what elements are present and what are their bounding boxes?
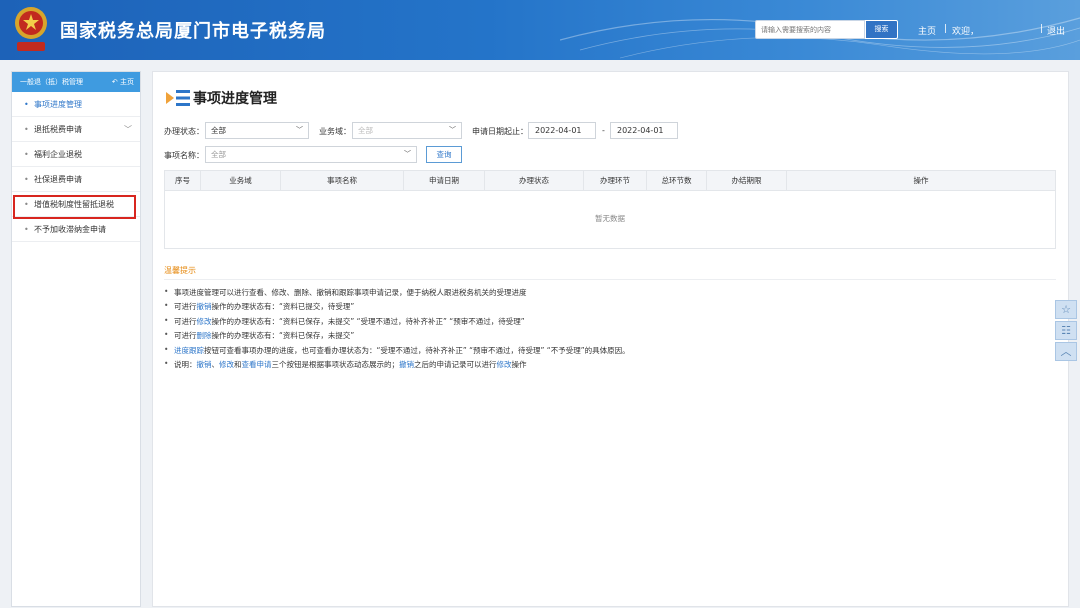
date-range-label: 申请日期起止：: [472, 127, 528, 136]
status-select[interactable]: 全部 ﹀: [205, 122, 309, 139]
domain-select[interactable]: 全部 ﹀: [352, 122, 462, 139]
tip-text: 说明：: [174, 360, 197, 369]
tip-text: 操作的办理状态有：“资料已提交，待受理”: [211, 302, 355, 311]
column-header: 申请日期: [404, 171, 485, 191]
chevron-up-icon[interactable]: ︿: [1055, 342, 1077, 361]
column-header: 序号: [165, 171, 201, 191]
highlight-annotation-box: [13, 195, 136, 219]
results-table: 序号 业务域 事项名称 申请日期 办理状态 办理环节 总环节数 办结期限 操作 …: [164, 170, 1056, 249]
search-button[interactable]: 搜索: [865, 20, 898, 39]
tip-text: 、: [211, 360, 220, 369]
date-from-input[interactable]: 2022-04-01: [528, 122, 596, 139]
tip-keyword-modify: 修改: [196, 317, 212, 326]
main-panel: 事项进度管理 办理状态： 全部 ﹀ 业务域： 全部 ﹀ 申请日期起止： 2022…: [152, 71, 1069, 607]
domain-select-value: 全部: [358, 126, 373, 135]
back-arrow-icon: ↶: [111, 78, 118, 86]
star-icon[interactable]: ☆: [1055, 300, 1077, 319]
date-separator: -: [602, 126, 605, 135]
sidebar-item-progress[interactable]: 事项进度管理: [12, 92, 140, 117]
top-header: 国家税务总局厦门市电子税务局 搜索 主页 | 欢迎， | 退出: [0, 0, 1080, 60]
chevron-down-icon: ﹀: [296, 126, 303, 134]
tip-text: 按钮可查看事项办理的进度，也可查看办理状态为：“受理不通过，待补齐补正” “预审…: [204, 346, 630, 355]
search-input[interactable]: [755, 20, 865, 39]
tip-text: 操作: [511, 360, 527, 369]
sidebar-item-refund-apply[interactable]: 退抵税费申请 ﹀: [12, 117, 140, 142]
sidebar-item-late-fee-exempt[interactable]: 不予加收滞纳金申请: [12, 217, 140, 242]
sidebar-item-social-refund[interactable]: 社保退费申请: [12, 167, 140, 192]
tip-line: 说明：撤销、修改和查看申请三个按钮是根据事项状态动态展示的；撤销之后的申请记录可…: [164, 359, 527, 370]
column-header: 办理状态: [485, 171, 584, 191]
chevron-down-icon: ﹀: [124, 125, 132, 134]
logout-link[interactable]: 退出: [1047, 24, 1065, 37]
tip-line: 事项进度管理可以进行查看、修改、删除、撤销和跟踪事项申请记录，便于纳税人跟进税务…: [164, 287, 527, 298]
nav-separator: |: [944, 24, 948, 34]
tip-keyword-view: 查看申请: [241, 360, 272, 369]
column-header: 操作: [913, 176, 929, 185]
status-select-value: 全部: [211, 126, 226, 135]
chevron-down-icon: ﹀: [449, 126, 456, 134]
list-title-icon: [166, 90, 190, 106]
query-button[interactable]: 查询: [426, 146, 462, 163]
site-title: 国家税务总局厦门市电子税务局: [60, 21, 326, 42]
sidebar-item-label: 退抵税费申请: [34, 125, 82, 134]
column-header: 办理环节: [584, 171, 647, 191]
date-to-input[interactable]: 2022-04-01: [610, 122, 678, 139]
tip-text: 和: [234, 360, 242, 369]
sidebar-home-link[interactable]: ↶ 主页: [112, 72, 134, 92]
column-header: 办结期限: [707, 171, 787, 191]
tip-text: 操作的办理状态有：“资料已保存，未提交”: [211, 331, 355, 340]
tip-line: 可进行删除操作的办理状态有：“资料已保存，未提交”: [164, 330, 354, 341]
item-name-select-value: 全部: [211, 150, 226, 159]
tips-divider: [164, 279, 1056, 280]
sidebar-home-label: 主页: [120, 78, 134, 86]
empty-table-message: 暂无数据: [595, 214, 625, 223]
sidebar-heading-label: 一般退（抵）税管理: [20, 78, 83, 86]
form-icon[interactable]: ☷: [1055, 321, 1077, 340]
sidebar-heading: 一般退（抵）税管理 ↶ 主页: [12, 72, 140, 92]
welcome-text: 欢迎，: [952, 27, 980, 37]
status-label: 办理状态：: [164, 127, 204, 136]
tip-text: 事项进度管理可以进行查看、修改、删除、撤销和跟踪事项申请记录，便于纳税人跟进税务…: [174, 288, 527, 297]
chevron-down-icon: ﹀: [404, 150, 411, 158]
tip-keyword-revoke: 撤销: [196, 360, 212, 369]
tip-text: 之后的申请记录可以进行: [414, 360, 497, 369]
tip-text: 可进行: [174, 331, 197, 340]
tip-keyword-modify: 修改: [496, 360, 512, 369]
tip-line: 可进行修改操作的办理状态有：“资料已保存，未提交” “受理不通过，待补齐补正” …: [164, 316, 525, 327]
tip-keyword-modify: 修改: [219, 360, 234, 369]
column-header: 业务域: [201, 171, 281, 191]
tip-keyword-track: 进度跟踪: [174, 346, 204, 355]
home-link[interactable]: 主页: [918, 24, 936, 37]
tip-text: 三个按钮是根据事项状态动态展示的；: [271, 360, 400, 369]
item-name-select[interactable]: 全部 ﹀: [205, 146, 417, 163]
tax-emblem-logo: [15, 7, 47, 51]
sidebar: 一般退（抵）税管理 ↶ 主页 事项进度管理 退抵税费申请 ﹀ 福利企业退税 社保…: [11, 71, 141, 607]
tip-keyword-revoke: 撤销: [399, 360, 414, 369]
tip-line: 进度跟踪按钮可查看事项办理的进度，也可查看办理状态为：“受理不通过，待补齐补正”…: [164, 345, 630, 356]
column-header: 总环节数: [647, 171, 707, 191]
table-header-row: 序号 业务域 事项名称 申请日期 办理状态 办理环节 总环节数 办结期限 操作: [165, 171, 1055, 191]
column-header: 事项名称: [281, 171, 404, 191]
item-name-label: 事项名称：: [164, 151, 204, 160]
page-title: 事项进度管理: [193, 91, 277, 107]
tips-title: 温馨提示: [164, 266, 196, 275]
tip-text: 可进行: [174, 302, 197, 311]
nav-separator: |: [1040, 24, 1044, 34]
tip-line: 可进行撤销操作的办理状态有：“资料已提交，待受理”: [164, 301, 354, 312]
tip-keyword-delete: 删除: [196, 331, 212, 340]
tip-keyword-revoke: 撤销: [196, 302, 212, 311]
tip-text: 可进行: [174, 317, 197, 326]
sidebar-item-welfare-refund[interactable]: 福利企业退税: [12, 142, 140, 167]
domain-label: 业务域：: [319, 127, 351, 136]
tip-text: 操作的办理状态有：“资料已保存，未提交” “受理不通过，待补齐补正” “预审不通…: [211, 317, 525, 326]
